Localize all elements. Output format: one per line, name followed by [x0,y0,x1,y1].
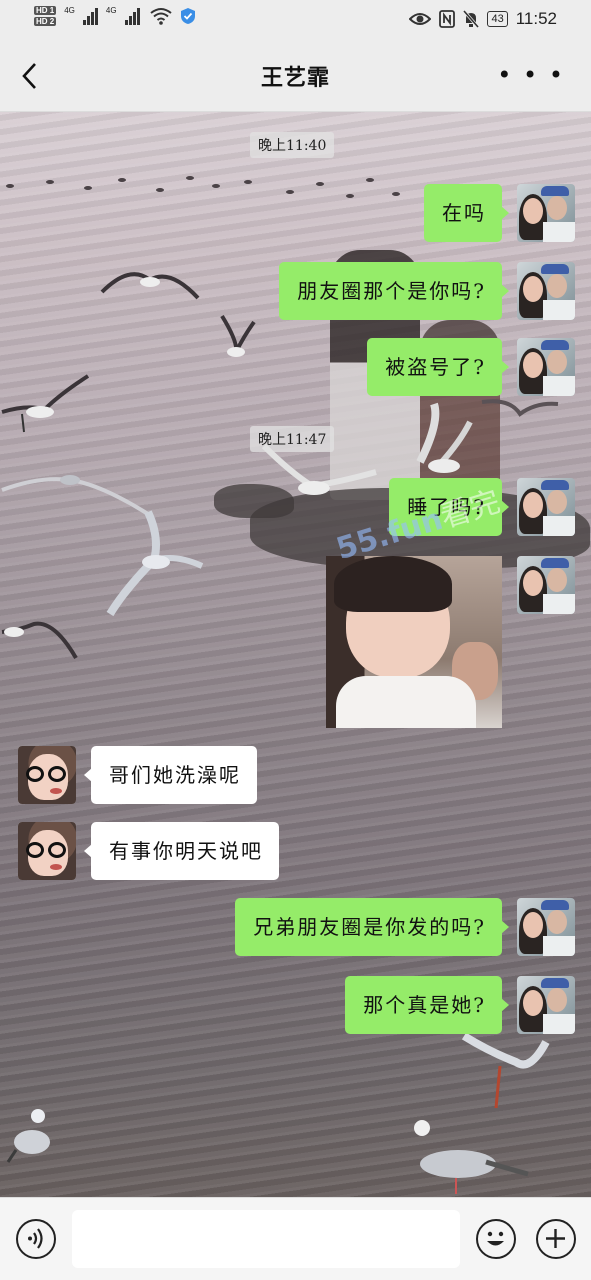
chat-header: 王艺霏 • • • [0,40,591,112]
seagull-icon [1,374,90,433]
message-row-incoming: 哥们她洗澡呢 [18,746,257,804]
status-bar: HD 1 HD 2 4G 4G 43 11:52 [0,0,591,40]
sim2-badge: HD 2 [34,17,57,26]
my-avatar[interactable] [517,338,575,396]
seagull-icon [106,510,204,617]
seagull-icon [416,402,473,473]
timestamp: 晚上11:40 [250,132,335,158]
emoji-icon [487,1231,504,1246]
message-row-outgoing: 兄弟朋友圈是你发的吗? [235,898,575,956]
sim1-badge: HD 1 [34,6,57,15]
contact-avatar[interactable] [18,746,76,804]
plus-icon [546,1229,565,1248]
nfc-icon [439,10,456,28]
eye-icon [409,13,432,25]
message-bubble-incoming[interactable]: 有事你明天说吧 [84,822,279,880]
my-avatar[interactable] [517,898,575,956]
message-bubble-outgoing[interactable]: 兄弟朋友圈是你发的吗? [235,898,509,956]
signal-1-icon [82,7,98,25]
message-row-outgoing: 那个真是她? [345,976,575,1034]
battery-indicator: 43 [487,11,508,27]
more-actions-button[interactable] [536,1219,576,1259]
wifi-icon [149,8,172,25]
message-row-outgoing: 在吗 [424,184,575,242]
message-bubble-outgoing[interactable]: 被盗号了? [367,338,509,396]
contact-avatar[interactable] [18,822,76,880]
message-bubble-outgoing[interactable]: 朋友圈那个是你吗? [279,262,509,320]
my-avatar[interactable] [517,262,575,320]
message-row-outgoing: 朋友圈那个是你吗? [279,262,575,320]
message-bubble-outgoing[interactable]: 在吗 [424,184,509,242]
shield-icon [180,8,195,24]
seagull-icon [100,272,200,300]
seagull-icon [6,1109,50,1163]
seagull-icon [414,1120,529,1194]
voice-input-button[interactable] [16,1219,56,1259]
my-avatar[interactable] [517,976,575,1034]
network-type-1: 4G [64,6,75,15]
status-right: 43 11:52 [409,9,557,29]
mute-bell-icon [463,10,480,28]
status-left: HD 1 HD 2 4G 4G [34,6,196,26]
voice-icon [28,1228,43,1249]
seagull-icon [481,399,559,417]
seagull-icon [461,1032,550,1109]
chat-area[interactable]: 晚上11:40 在吗 朋友圈那个是你吗? 被盗号了? 晚上11:47 睡了吗? … [0,112,591,1197]
message-bubble-outgoing[interactable]: 那个真是她? [345,976,509,1034]
input-bar [0,1197,591,1280]
image-message[interactable] [326,556,502,728]
more-options-icon[interactable]: • • • [497,63,565,87]
signal-2-icon [124,7,140,25]
message-row-incoming: 有事你明天说吧 [18,822,279,880]
status-time: 11:52 [515,9,557,28]
seagull-icon [1,621,78,660]
my-avatar[interactable] [517,184,575,242]
message-row-outgoing: 被盗号了? [367,338,575,396]
network-type-2: 4G [105,6,117,15]
timestamp: 晚上11:47 [250,426,335,452]
my-avatar[interactable] [517,556,575,614]
seagull-icon [220,314,256,357]
emoji-button[interactable] [476,1219,516,1259]
message-bubble-incoming[interactable]: 哥们她洗澡呢 [84,746,257,804]
message-row-outgoing [326,556,575,728]
my-avatar[interactable] [517,478,575,536]
message-input[interactable] [72,1210,460,1268]
sim-indicators: HD 1 HD 2 [34,6,57,26]
seagull-icon [261,443,377,495]
